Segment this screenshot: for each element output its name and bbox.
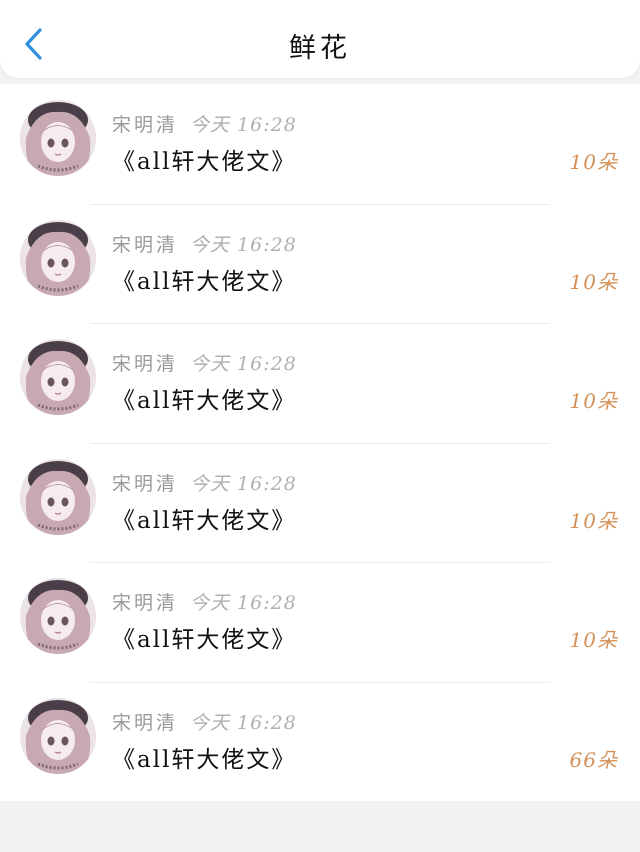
sender-name: 宋明清 <box>112 353 179 375</box>
work-title: 《all轩大佬文》 <box>112 268 297 295</box>
list-item[interactable]: 宋明清 今天 16:28 《all轩大佬文》 66朵 <box>0 681 640 802</box>
item-meta: 宋明清 今天 16:28 <box>112 469 297 496</box>
work-title: 《all轩大佬文》 <box>112 149 297 175</box>
avatar[interactable] <box>20 697 96 774</box>
avatar[interactable] <box>20 100 96 176</box>
flower-record-list: 宋明清 今天 16:28 《all轩大佬文》 10朵 宋明清 今天 16:28 《a… <box>0 84 640 801</box>
item-meta: 宋明清 今天 16:28 <box>112 349 297 376</box>
timestamp: 今天 16:28 <box>190 592 297 614</box>
avatar[interactable] <box>20 219 96 296</box>
work-title: 《all轩大佬文》 <box>112 388 297 414</box>
timestamp: 今天 16:28 <box>190 114 297 136</box>
list-item[interactable]: 宋明清 今天 16:28 《all轩大佬文》 10朵 <box>0 442 640 563</box>
item-meta: 宋明清 今天 16:28 <box>112 588 297 615</box>
item-meta: 宋明清 今天 16:28 <box>112 230 297 257</box>
work-title: 《all轩大佬文》 <box>112 627 297 653</box>
work-title: 《all轩大佬文》 <box>112 746 297 773</box>
list-item[interactable]: 宋明清 今天 16:28 《all轩大佬文》 10朵 <box>0 562 640 682</box>
sender-name: 宋明清 <box>112 592 179 614</box>
timestamp: 今天 16:28 <box>190 711 297 734</box>
flower-count: 10朵 <box>569 508 618 533</box>
flower-count: 10朵 <box>569 628 618 652</box>
app-header: 鲜花 <box>0 0 640 78</box>
avatar[interactable] <box>20 339 96 415</box>
list-item[interactable]: 宋明清 今天 16:28 《all轩大佬文》 10朵 <box>0 203 640 324</box>
list-item[interactable]: 宋明清 今天 16:28 《all轩大佬文》 10朵 <box>0 84 640 204</box>
flower-count: 66朵 <box>569 747 618 772</box>
timestamp: 今天 16:28 <box>190 472 297 495</box>
flower-count: 10朵 <box>569 389 618 413</box>
work-title: 《all轩大佬文》 <box>112 507 297 534</box>
timestamp: 今天 16:28 <box>190 353 297 375</box>
flower-count: 10朵 <box>569 150 618 174</box>
item-meta: 宋明清 今天 16:28 <box>112 708 297 735</box>
sender-name: 宋明清 <box>112 114 179 136</box>
avatar[interactable] <box>20 578 96 654</box>
list-item[interactable]: 宋明清 今天 16:28 《all轩大佬文》 10朵 <box>0 323 640 443</box>
page-title: 鲜花 <box>289 33 351 64</box>
sender-name: 宋明清 <box>112 233 179 256</box>
avatar[interactable] <box>20 458 96 535</box>
item-meta: 宋明清 今天 16:28 <box>112 110 297 137</box>
sender-name: 宋明清 <box>112 711 179 734</box>
flower-count: 10朵 <box>569 269 618 294</box>
timestamp: 今天 16:28 <box>190 233 297 256</box>
sender-name: 宋明清 <box>112 472 179 495</box>
